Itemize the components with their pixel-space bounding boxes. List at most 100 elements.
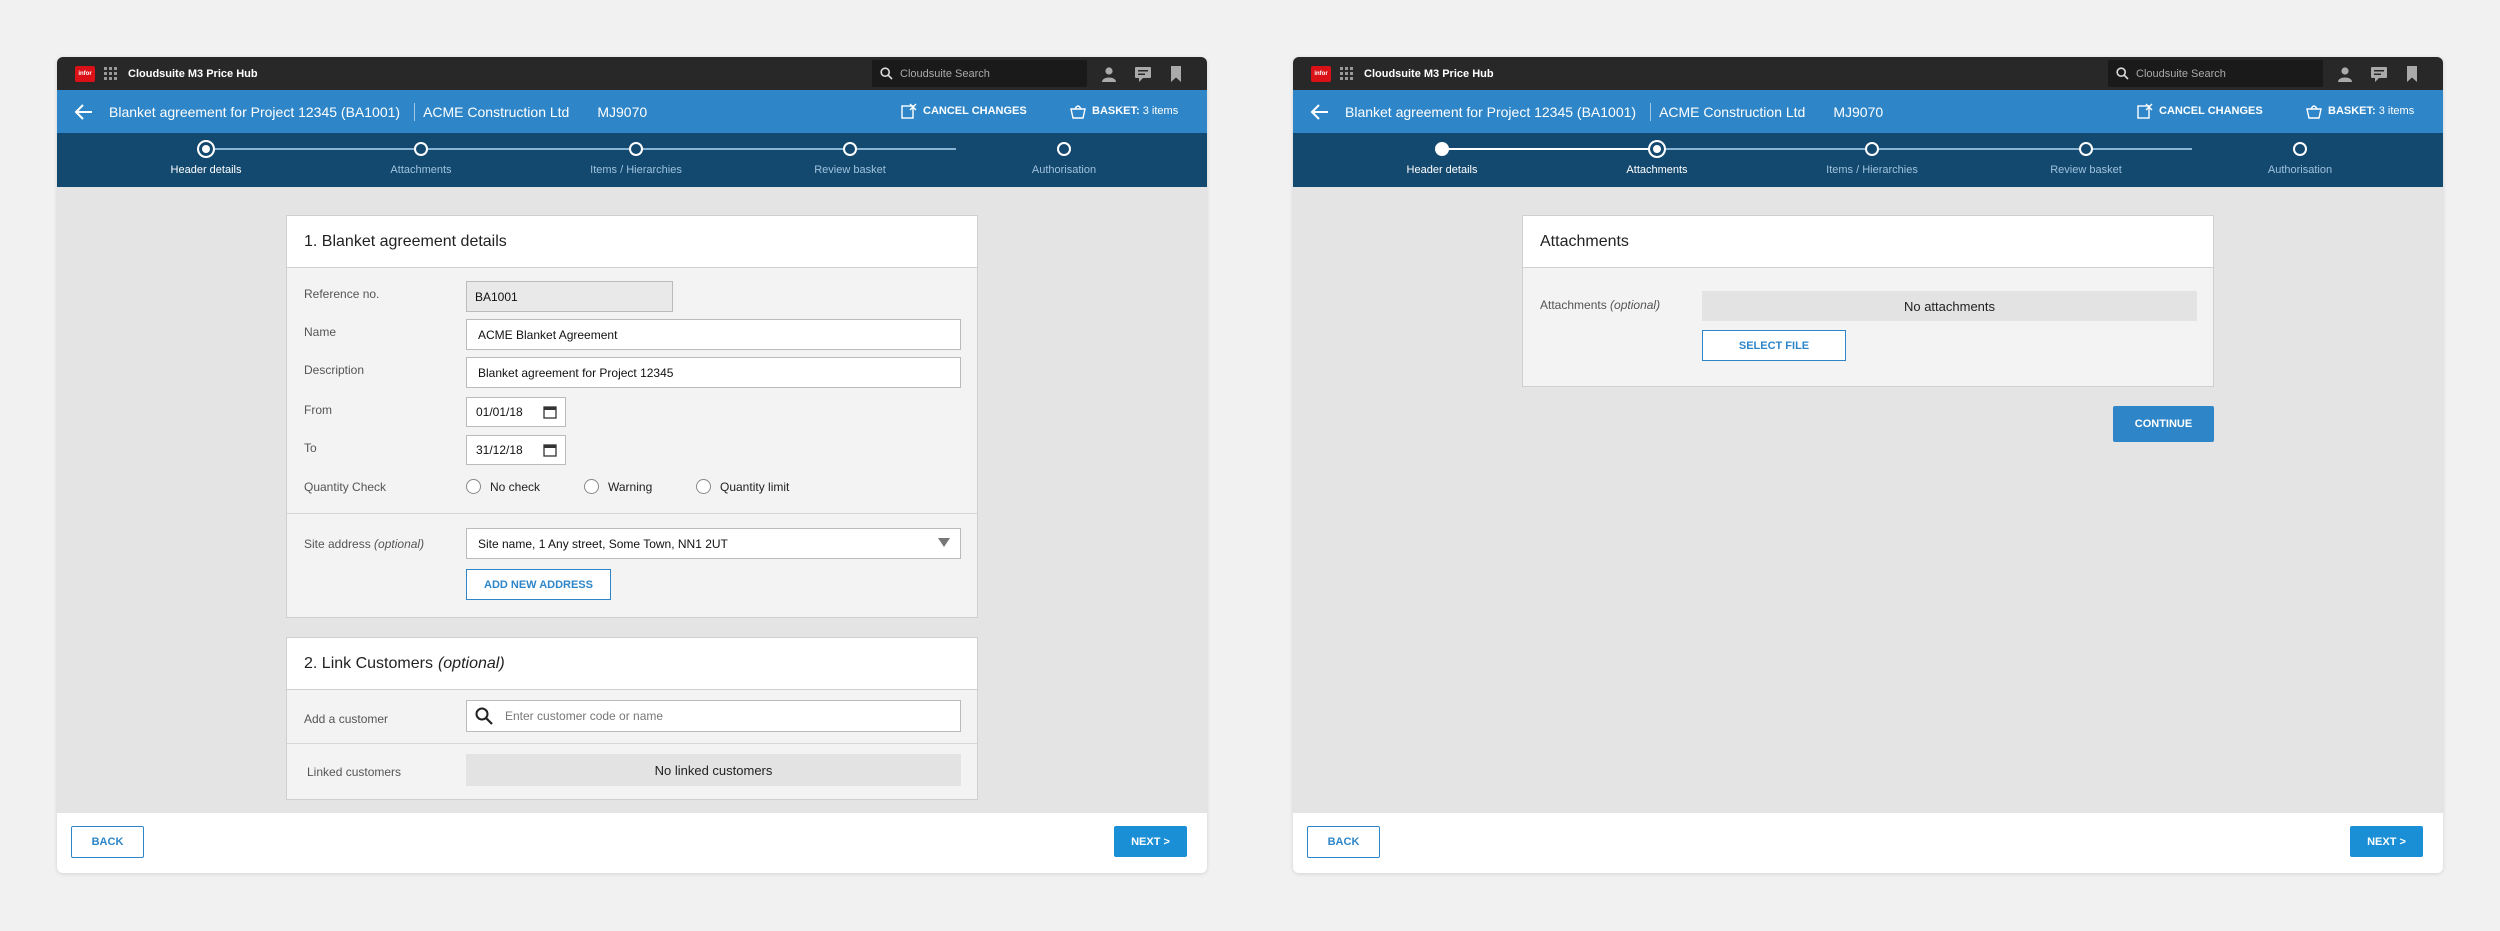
link-customers-card: 2. Link Customers (optional) Add a custom… — [286, 637, 978, 800]
name-field[interactable]: ACME Blanket Agreement — [466, 319, 961, 350]
app-title: Cloudsuite M3 Price Hub — [1364, 67, 1494, 80]
step-label-attachments[interactable]: Attachments — [1557, 164, 1757, 176]
to-date-field[interactable]: 31/12/18 — [466, 435, 566, 465]
to-date-value: 31/12/18 — [476, 443, 523, 457]
radio-circle[interactable] — [696, 479, 711, 494]
reference-label: Reference no. — [304, 287, 380, 301]
back-arrow-icon[interactable] — [1309, 101, 1331, 123]
step-dot-authorisation[interactable] — [1057, 142, 1071, 156]
from-date-field[interactable]: 01/01/18 — [466, 397, 566, 427]
step-dot-items[interactable] — [629, 142, 643, 156]
back-button[interactable]: BACK — [1307, 826, 1380, 858]
basket-button[interactable]: BASKET: 3 items — [2306, 103, 2414, 119]
add-customer-label: Add a customer — [304, 712, 389, 726]
step-label-header-details[interactable]: Header details — [1342, 164, 1542, 176]
radio-no-check[interactable]: No check — [466, 479, 540, 494]
description-label: Description — [304, 363, 365, 377]
select-file-button[interactable]: SELECT FILE — [1702, 330, 1846, 361]
footer-bar: BACK NEXT > — [1293, 813, 2443, 873]
cancel-edit-icon — [2137, 103, 2153, 119]
step-label-header-details[interactable]: Header details — [106, 164, 306, 176]
search-placeholder: Cloudsuite Search — [2136, 67, 2226, 80]
bookmark-icon[interactable] — [2403, 65, 2421, 83]
continue-button[interactable]: CONTINUE — [2113, 406, 2214, 442]
optional-tag: (optional) — [437, 654, 505, 672]
back-button[interactable]: BACK — [71, 826, 144, 858]
cancel-edit-icon — [901, 103, 917, 119]
name-label: Name — [304, 325, 337, 339]
section-title-text: 2. Link Customers — [304, 654, 433, 672]
step-label-authorisation[interactable]: Authorisation — [964, 164, 1164, 176]
agreement-details-card: 1. Blanket agreement details Reference n… — [286, 215, 978, 618]
calendar-icon[interactable] — [543, 443, 557, 457]
site-address-label: Site address (optional) — [304, 537, 424, 551]
page-title: Blanket agreement for Project 12345 (BA1… — [109, 103, 401, 120]
footer-bar: BACK NEXT > — [57, 813, 1207, 873]
quantity-check-label: Quantity Check — [304, 480, 387, 494]
step-dot-items[interactable] — [1865, 142, 1879, 156]
messages-icon[interactable] — [2370, 65, 2388, 83]
step-dot-attachments[interactable] — [414, 142, 428, 156]
radio-circle[interactable] — [466, 479, 481, 494]
linked-customers-label: Linked customers — [307, 765, 402, 779]
back-arrow-icon[interactable] — [73, 101, 95, 123]
step-label-attachments[interactable]: Attachments — [321, 164, 521, 176]
bookmark-icon[interactable] — [1167, 65, 1185, 83]
messages-icon[interactable] — [1134, 65, 1152, 83]
page-header: Blanket agreement for Project 12345 (BA1… — [57, 90, 1207, 133]
step-label-review[interactable]: Review basket — [750, 164, 950, 176]
step-dot-review[interactable] — [2079, 142, 2093, 156]
app-grid-icon[interactable] — [1340, 66, 1354, 81]
description-field[interactable]: Blanket agreement for Project 12345 — [466, 357, 961, 388]
step-dot-header-details[interactable] — [197, 140, 215, 158]
global-search-input[interactable]: Cloudsuite Search — [872, 60, 1087, 87]
infor-logo: infor — [1311, 65, 1331, 82]
step-dot-authorisation[interactable] — [2293, 142, 2307, 156]
to-label: To — [304, 441, 317, 455]
search-icon — [880, 67, 893, 80]
site-address-label-text: Site address — [304, 537, 371, 551]
section-title: 2. Link Customers (optional) — [287, 638, 977, 690]
site-address-value: Site name, 1 Any street, Some Town, NN1 … — [478, 536, 728, 551]
radio-circle[interactable] — [584, 479, 599, 494]
basket-button[interactable]: BASKET: 3 items — [1070, 103, 1178, 119]
step-dot-header-details[interactable] — [1435, 142, 1449, 156]
step-label-review[interactable]: Review basket — [1986, 164, 2186, 176]
top-bar: infor Cloudsuite M3 Price Hub Cloudsuite… — [57, 57, 1207, 90]
step-dot-attachments[interactable] — [1648, 140, 1666, 158]
section-divider — [287, 513, 977, 514]
calendar-icon[interactable] — [543, 405, 557, 419]
step-label-items[interactable]: Items / Hierarchies — [1772, 164, 1972, 176]
next-button[interactable]: NEXT > — [1114, 826, 1187, 857]
add-new-address-button[interactable]: ADD NEW ADDRESS — [466, 569, 611, 600]
attachments-card: Attachments Attachments (optional) No at… — [1522, 215, 2214, 387]
from-label: From — [304, 403, 332, 417]
basket-count: 3 items — [1142, 105, 1179, 117]
search-placeholder: Cloudsuite Search — [900, 67, 990, 80]
app-grid-icon[interactable] — [104, 66, 118, 81]
section-title: 1. Blanket agreement details — [287, 216, 977, 268]
header-divider — [1650, 102, 1652, 121]
section-title: Attachments — [1523, 216, 2213, 268]
step-dot-review[interactable] — [843, 142, 857, 156]
next-button[interactable]: NEXT > — [2350, 826, 2423, 857]
step-label-items[interactable]: Items / Hierarchies — [536, 164, 736, 176]
basket-label: BASKET: — [1092, 105, 1140, 117]
cancel-changes-button[interactable]: CANCEL CHANGES — [2137, 103, 2263, 119]
user-icon[interactable] — [1100, 65, 1118, 83]
user-icon[interactable] — [2336, 65, 2354, 83]
attachments-label-text: Attachments — [1540, 298, 1607, 312]
top-bar: infor Cloudsuite M3 Price Hub Cloudsuite… — [1293, 57, 2443, 90]
step-label-authorisation[interactable]: Authorisation — [2200, 164, 2400, 176]
section-divider — [287, 743, 977, 744]
infor-logo: infor — [75, 65, 95, 82]
global-search-input[interactable]: Cloudsuite Search — [2108, 60, 2323, 87]
radio-quantity-limit[interactable]: Quantity limit — [696, 479, 789, 494]
cancel-changes-button[interactable]: CANCEL CHANGES — [901, 103, 1027, 119]
reference-field: BA1001 — [466, 281, 673, 312]
customer-search-input[interactable]: Enter customer code or name — [466, 700, 961, 732]
site-address-select[interactable]: Site name, 1 Any street, Some Town, NN1 … — [466, 528, 961, 559]
cancel-changes-label: CANCEL CHANGES — [2159, 105, 2263, 117]
header-divider — [414, 102, 416, 121]
radio-warning[interactable]: Warning — [584, 479, 652, 494]
